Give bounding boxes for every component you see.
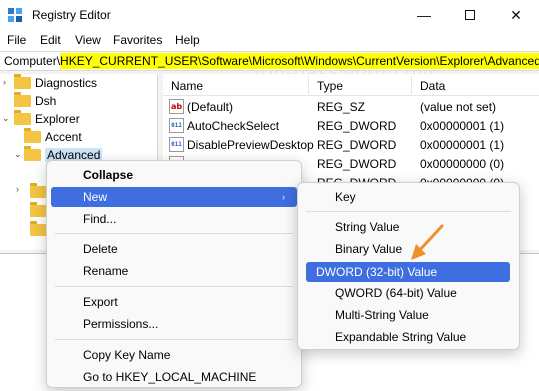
title-bar: Registry Editor — ✕ — [0, 0, 539, 30]
chevron-down-icon[interactable]: ⌄ — [2, 113, 10, 124]
value-type: REG_DWORD — [317, 119, 397, 133]
folder-icon — [24, 128, 41, 143]
submenu-item-multi-string-value[interactable]: Multi-String Value — [302, 305, 515, 325]
tree-item-label: Explorer — [35, 112, 80, 126]
menu-item-label: Expandable String Value — [335, 330, 467, 344]
menu-item-delete[interactable]: Delete — [51, 239, 297, 259]
maximize-icon — [465, 10, 475, 20]
menu-separator — [55, 339, 293, 340]
tree-item-accent[interactable]: Accent — [10, 128, 82, 146]
value-data: 0x00000001 (1) — [420, 138, 505, 152]
menu-help[interactable]: Help — [175, 33, 200, 47]
registry-editor-app-icon — [8, 8, 22, 22]
menu-separator — [55, 233, 293, 234]
value-data: 0x00000001 (1) — [420, 119, 505, 133]
address-root-label: Computer\ — [4, 54, 61, 68]
menu-bar: File Edit View Favorites Help top-passwo… — [0, 30, 539, 84]
column-divider[interactable] — [411, 76, 412, 94]
submenu-item-dword-value[interactable]: DWORD (32-bit) Value — [306, 262, 510, 282]
dword-value-icon: 011 — [169, 137, 184, 152]
close-button[interactable]: ✕ — [493, 0, 539, 30]
folder-icon — [30, 183, 47, 198]
submenu-item-key[interactable]: Key — [302, 187, 515, 207]
menu-item-copy-key-name[interactable]: Copy Key Name — [51, 345, 297, 365]
context-menu: Collapse New › Find... Delete Rename Exp… — [46, 160, 302, 388]
menu-item-label: Multi-String Value — [335, 308, 429, 322]
list-header: Name Type Data — [163, 74, 539, 96]
maximize-button[interactable] — [447, 0, 493, 30]
menu-item-label: Binary Value — [335, 242, 403, 256]
menu-item-label: Rename — [83, 264, 129, 278]
table-row[interactable]: 011 AutoCheckSelect REG_DWORD 0x00000001… — [163, 117, 539, 136]
menu-item-new[interactable]: New › — [51, 187, 297, 207]
menu-item-label: DWORD (32-bit) Value — [316, 265, 438, 279]
tree-item-diagnostics[interactable]: › Diagnostics — [0, 74, 97, 92]
folder-icon — [30, 202, 47, 217]
folder-icon — [14, 92, 31, 107]
menu-item-label: Export — [83, 295, 118, 309]
tree-item-label: Accent — [45, 130, 82, 144]
value-type: REG_DWORD — [317, 138, 397, 152]
menu-item-go-to-hklm[interactable]: Go to HKEY_LOCAL_MACHINE — [51, 367, 297, 387]
close-icon: ✕ — [510, 6, 522, 23]
minimize-button[interactable]: — — [401, 0, 447, 30]
menu-file[interactable]: File — [7, 33, 26, 47]
menu-item-label: Permissions... — [83, 317, 159, 331]
folder-icon — [30, 221, 47, 236]
table-row[interactable]: ab (Default) REG_SZ (value not set) — [163, 98, 539, 117]
folder-icon — [14, 74, 31, 89]
menu-item-label: Go to HKEY_LOCAL_MACHINE — [83, 370, 257, 384]
value-name: DisablePreviewDesktop — [187, 138, 314, 152]
chevron-right-icon: › — [282, 192, 285, 202]
menu-item-label: New — [83, 190, 108, 204]
menu-item-collapse[interactable]: Collapse — [51, 165, 297, 185]
menu-item-label: Copy Key Name — [83, 348, 171, 362]
chevron-right-icon[interactable]: › — [3, 77, 6, 87]
tree-item-explorer[interactable]: ⌄ Explorer — [0, 110, 80, 128]
menu-edit[interactable]: Edit — [40, 33, 61, 47]
menu-item-label: Delete — [83, 242, 118, 256]
minimize-icon: — — [417, 7, 431, 23]
address-bar[interactable]: Computer\ HKEY_CURRENT_USER\Software\Micr… — [0, 51, 539, 71]
table-row[interactable]: 011 DisablePreviewDesktop REG_DWORD 0x00… — [163, 136, 539, 155]
window-title: Registry Editor — [32, 8, 111, 22]
column-type-header[interactable]: Type — [317, 79, 343, 93]
menu-separator — [55, 286, 293, 287]
new-submenu: Key String Value Binary Value DWORD (32-… — [297, 182, 520, 350]
folder-open-icon — [24, 146, 41, 161]
menu-item-label: QWORD (64-bit) Value — [335, 286, 457, 300]
menu-item-label: Key — [335, 190, 356, 204]
value-name: (Default) — [187, 100, 234, 114]
value-type: REG_SZ — [317, 100, 366, 114]
string-value-icon: ab — [169, 99, 184, 114]
menu-separator — [306, 211, 511, 212]
column-name-header[interactable]: Name — [171, 79, 203, 93]
menu-item-permissions[interactable]: Permissions... — [51, 314, 297, 334]
menu-favorites[interactable]: Favorites — [113, 33, 162, 47]
column-divider[interactable] — [308, 76, 309, 94]
menu-item-export[interactable]: Export — [51, 292, 297, 312]
menu-view[interactable]: View — [75, 33, 101, 47]
tree-item-label: Diagnostics — [35, 76, 98, 90]
chevron-right-icon[interactable]: › — [16, 184, 19, 194]
column-data-header[interactable]: Data — [420, 79, 445, 93]
address-path: HKEY_CURRENT_USER\Software\Microsoft\Win… — [60, 53, 539, 69]
value-data: 0x00000000 (0) — [420, 157, 505, 171]
menu-item-find[interactable]: Find... — [51, 209, 297, 229]
menu-item-rename[interactable]: Rename — [51, 261, 297, 281]
chevron-down-icon[interactable]: ⌄ — [14, 149, 22, 160]
submenu-item-expandable-string-value[interactable]: Expandable String Value — [302, 327, 515, 347]
menu-item-label: String Value — [335, 220, 400, 234]
menu-item-label: Collapse — [83, 168, 134, 182]
value-name: AutoCheckSelect — [187, 119, 280, 133]
folder-open-icon — [14, 110, 31, 125]
menu-item-label: Find... — [83, 212, 117, 226]
tree-item-dsh[interactable]: Dsh — [0, 92, 56, 110]
dword-value-icon: 011 — [169, 118, 184, 133]
tree-item-label: Dsh — [35, 94, 57, 108]
value-type: REG_DWORD — [317, 157, 397, 171]
submenu-item-qword-value[interactable]: QWORD (64-bit) Value — [302, 283, 515, 303]
annotation-arrow-icon — [411, 224, 444, 260]
value-data: (value not set) — [420, 100, 497, 114]
